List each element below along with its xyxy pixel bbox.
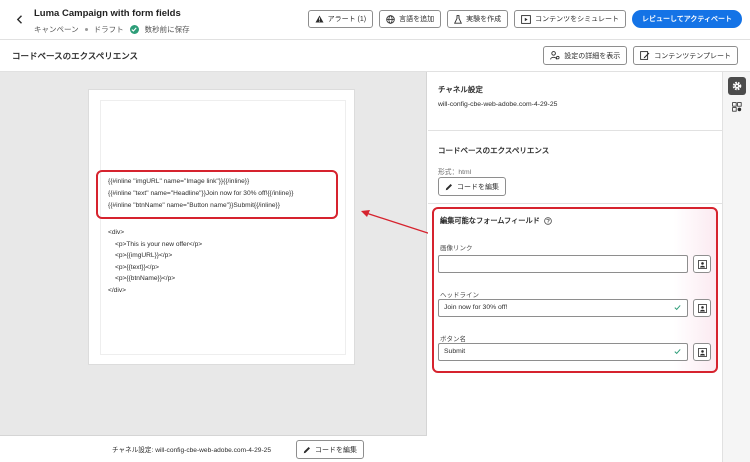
- alert-icon: [315, 15, 324, 23]
- content-template-button[interactable]: コンテンツテンプレート: [633, 46, 738, 65]
- code-line: {{#inline "imgURL" name="Image link"}}{{…: [108, 178, 250, 185]
- chevron-left-icon: [16, 14, 22, 24]
- code-line: <p>{{btnName}}</p>: [115, 275, 176, 282]
- personalize-icon: [697, 303, 707, 313]
- user-settings-icon: [550, 51, 560, 60]
- campaign-title: Luma Campaign with form fields: [34, 8, 181, 19]
- show-settings-details-button[interactable]: 設定の詳細を表示: [543, 46, 628, 65]
- image-link-personalize-button[interactable]: [693, 255, 711, 273]
- personalize-icon: [697, 347, 707, 357]
- footer-edit-code-label: コードを編集: [315, 446, 357, 454]
- channel-settings-title: チャネル設定: [438, 85, 483, 94]
- preview-icon: [521, 14, 531, 24]
- checkmark-icon: [674, 349, 681, 355]
- template-edit-icon: [640, 51, 650, 60]
- divider: [428, 130, 722, 131]
- personalization-rail-button[interactable]: [728, 98, 746, 116]
- divider: [428, 203, 722, 204]
- code-line: {{#inline "btnName" name="Button name"}}…: [108, 202, 280, 209]
- code-line: <p>{{imgURL}}</p>: [115, 252, 173, 259]
- personalization-icon: [732, 102, 742, 112]
- alerts-label: アラート (1): [327, 16, 367, 23]
- section-title: コードベースのエクスペリエンス: [12, 51, 139, 61]
- add-language-button[interactable]: 言語を追加: [379, 10, 442, 28]
- button-name-personalize-button[interactable]: [693, 343, 711, 361]
- gear-icon: [732, 81, 742, 91]
- footer-channel: チャネル設定: will-config-cbe-web-adobe.com-4-…: [112, 444, 271, 454]
- separator-dot: [84, 28, 88, 31]
- check-circle-icon: [129, 25, 139, 34]
- headline-label: ヘッドライン: [440, 292, 479, 299]
- alerts-button[interactable]: アラート (1): [307, 10, 374, 28]
- footer-channel-value: will-config-cbe-web-adobe.com-4-29-25: [155, 447, 271, 454]
- review-activate-label: レビューしてアクティベート: [641, 16, 732, 23]
- form-fields-title: 編集可能なフォームフィールド: [440, 216, 540, 225]
- button-name-value: Submit: [444, 348, 466, 355]
- code-body: <div> <p>This is your new offer</p> <p>{…: [108, 227, 202, 296]
- simulate-content-label: コンテンツをシミュレート: [535, 16, 619, 23]
- properties-rail-button[interactable]: [728, 77, 746, 95]
- code-line: <p>This is your new offer</p>: [115, 240, 203, 248]
- top-bar: Luma Campaign with form fields キャンペーン ドラ…: [0, 0, 750, 40]
- image-link-label: 画像リンク: [440, 245, 473, 252]
- image-link-input[interactable]: [438, 255, 688, 273]
- pencil-icon: [445, 183, 452, 190]
- review-activate-button[interactable]: レビューしてアクティベート: [631, 10, 742, 28]
- create-experiment-label: 実験を作成: [466, 16, 502, 23]
- pencil-icon: [303, 446, 310, 453]
- content-template-label: コンテンツテンプレート: [654, 52, 731, 60]
- beaker-icon: [454, 14, 463, 24]
- campaign-meta: キャンペーン ドラフト 数秒前に保存: [34, 24, 190, 35]
- show-settings-details-label: 設定の詳細を表示: [564, 52, 621, 60]
- form-fields-heading: 編集可能なフォームフィールド: [440, 216, 552, 226]
- checkmark-icon: [674, 305, 681, 311]
- headline-personalize-button[interactable]: [693, 299, 711, 317]
- code-line: </div>: [108, 286, 126, 294]
- panel-edit-code-label: コードを編集: [457, 183, 499, 191]
- right-rail: [722, 72, 750, 462]
- section-header: コードベースのエクスペリエンス 設定の詳細を表示 コンテンツテンプレート: [0, 40, 750, 72]
- globe-icon: [386, 14, 395, 24]
- campaign-status: ドラフト: [93, 25, 124, 34]
- panel-edit-code-button[interactable]: コードを編集: [438, 177, 506, 196]
- button-name-input[interactable]: Submit: [438, 343, 688, 361]
- canvas-footer: チャネル設定: will-config-cbe-web-adobe.com-4-…: [0, 435, 427, 462]
- create-experiment-button[interactable]: 実験を作成: [447, 10, 509, 28]
- campaign-type: キャンペーン: [34, 25, 79, 34]
- format-label: 形式：html: [438, 169, 472, 176]
- personalize-icon: [697, 259, 707, 269]
- headline-input[interactable]: Join now for 30% off!: [438, 299, 688, 317]
- headline-value: Join now for 30% off!: [444, 304, 508, 311]
- button-name-label: ボタン名: [440, 336, 466, 343]
- help-icon[interactable]: [544, 217, 552, 225]
- editable-form-fields-section: 編集可能なフォームフィールド 画像リンク ヘッドライン Join now for…: [432, 207, 718, 373]
- save-status: 数秒前に保存: [144, 25, 190, 34]
- code-line: <p>{{text}}</p>: [115, 263, 160, 271]
- code-line: {{#inline "text" name="Headline"}}Join n…: [108, 190, 294, 197]
- code-line: <div>: [108, 229, 125, 236]
- footer-edit-code-button[interactable]: コードを編集: [296, 440, 364, 459]
- back-button[interactable]: [12, 12, 26, 26]
- simulate-content-button[interactable]: コンテンツをシミュレート: [514, 10, 626, 28]
- footer-channel-label: チャネル設定:: [112, 447, 154, 454]
- add-language-label: 言語を追加: [399, 16, 435, 23]
- highlighted-inline-block: {{#inline "imgURL" name="Image link"}}{{…: [96, 170, 338, 219]
- channel-settings-value: will-config-cbe-web-adobe.com-4-29-25: [438, 101, 558, 108]
- experience-title: コードベースのエクスペリエンス: [438, 146, 550, 155]
